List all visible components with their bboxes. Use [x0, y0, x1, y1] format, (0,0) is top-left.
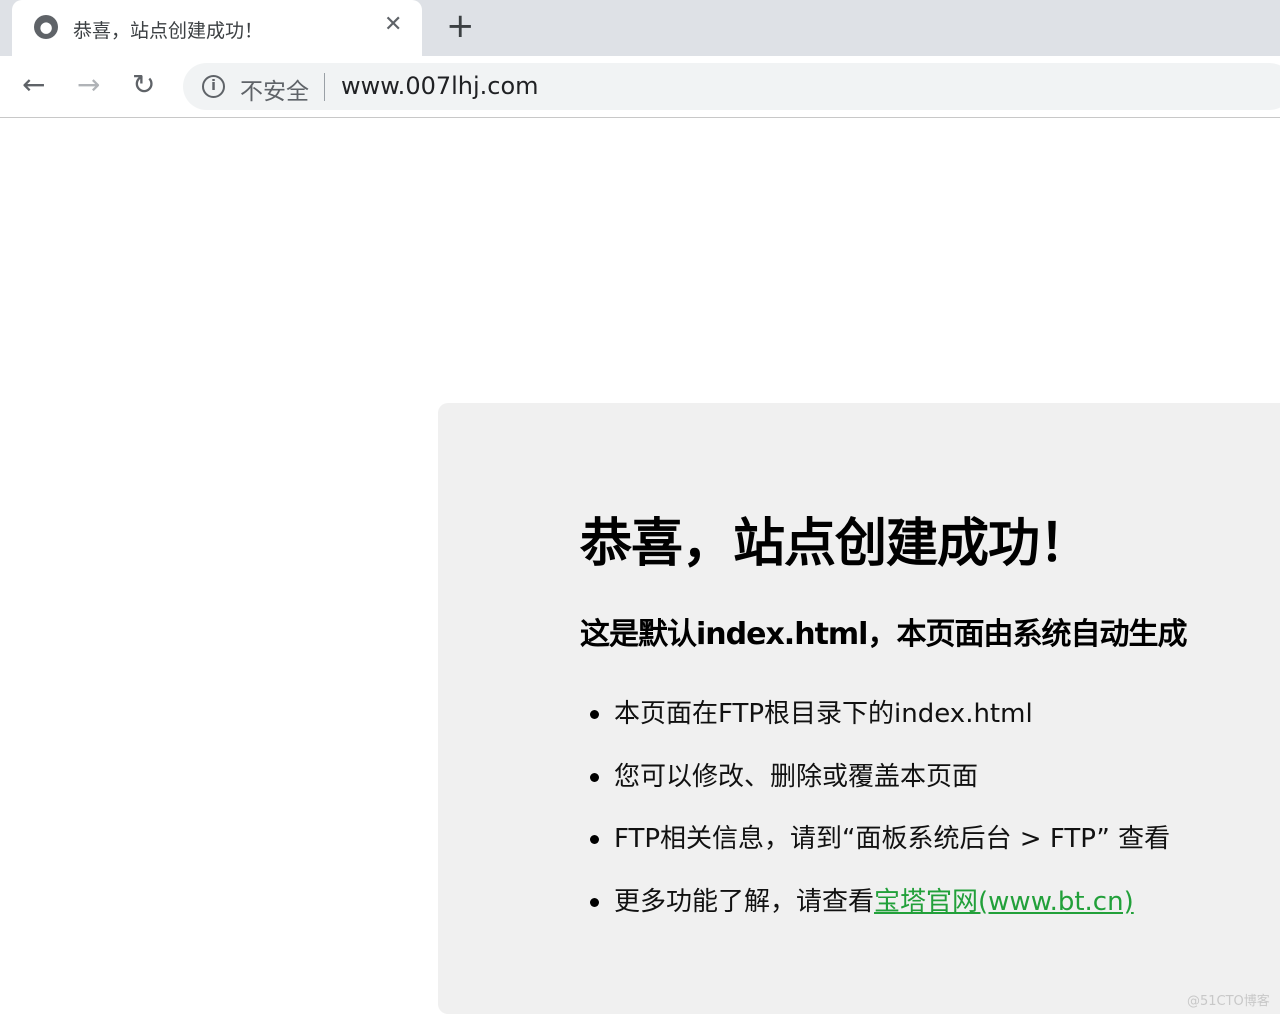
tab-title: 恭喜，站点创建成功！ [73, 20, 264, 42]
new-tab-button[interactable]: + [446, 6, 475, 46]
page-title: 恭喜，站点创建成功！ [580, 514, 1091, 574]
bt-official-link[interactable]: 宝塔官网(www.bt.cn) [874, 887, 1134, 917]
list-item: 您可以修改、删除或覆盖本页面 [589, 756, 1170, 819]
url-text[interactable]: www.007lhj.com [341, 72, 539, 100]
back-button[interactable]: ← [22, 68, 45, 101]
globe-icon: ● [34, 15, 58, 39]
page-subtitle: 这是默认index.html，本页面由系统自动生成 [580, 617, 1187, 652]
content-panel: 恭喜，站点创建成功！ 这是默认index.html，本页面由系统自动生成 本页面… [438, 403, 1280, 1014]
more-text: 更多功能了解，请查看 [614, 886, 875, 917]
divider [324, 73, 325, 101]
list-item: FTP相关信息，请到“面板系统后台 > FTP” 查看 [589, 818, 1170, 881]
security-label[interactable]: 不安全 [240, 72, 309, 106]
tab-bar: ● 恭喜，站点创建成功！ ✕ + [0, 0, 1280, 56]
list-item: 本页面在FTP根目录下的index.html [589, 693, 1170, 756]
info-list: 本页面在FTP根目录下的index.html 您可以修改、删除或覆盖本页面 FT… [589, 693, 1170, 944]
active-tab[interactable]: ● 恭喜，站点创建成功！ ✕ [12, 0, 422, 56]
reload-button[interactable]: ↻ [132, 68, 155, 101]
list-item: 更多功能了解，请查看宝塔官网(www.bt.cn) [589, 881, 1170, 944]
toolbar: ← → ↻ i 不安全 www.007lhj.com [0, 56, 1280, 118]
info-icon[interactable]: i [202, 75, 225, 98]
watermark: @51CTO博客 [1187, 994, 1270, 1009]
address-bar[interactable]: i 不安全 www.007lhj.com [183, 63, 1280, 110]
close-tab-icon[interactable]: ✕ [384, 12, 402, 37]
forward-button[interactable]: → [77, 68, 100, 101]
